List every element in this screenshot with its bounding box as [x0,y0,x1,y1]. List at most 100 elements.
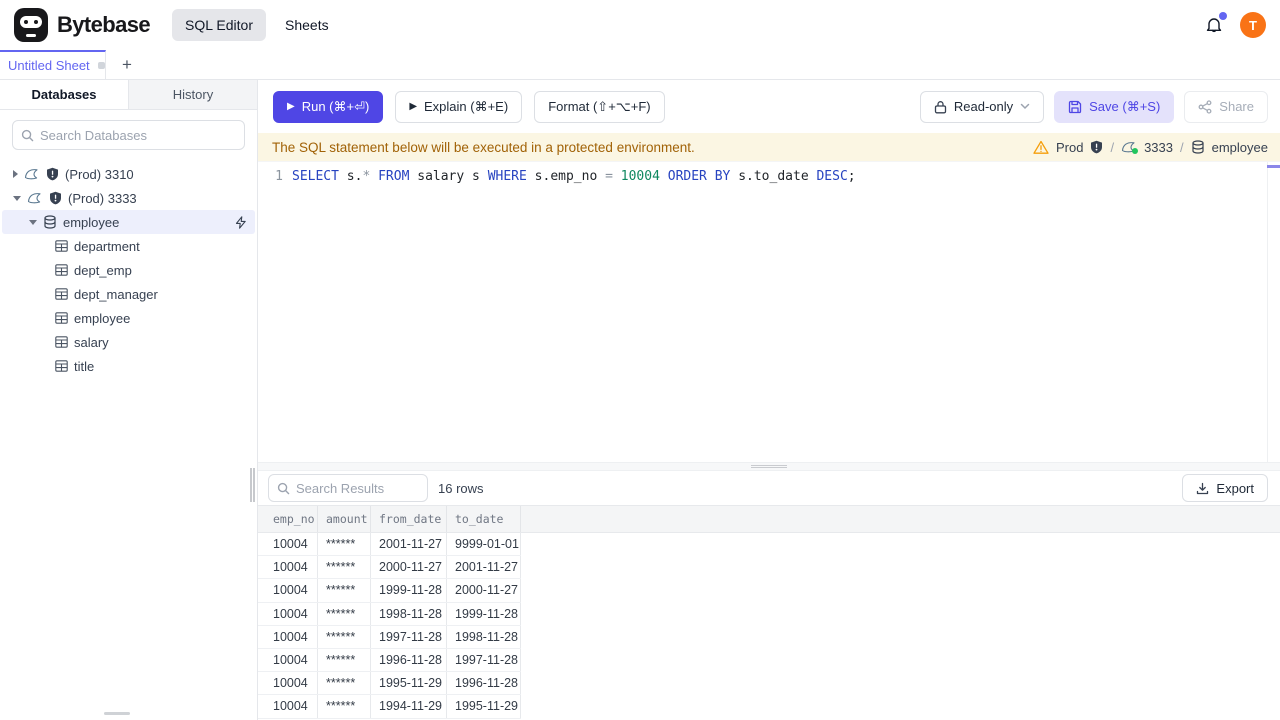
top-bar: Bytebase SQL Editor Sheets T [0,0,1280,50]
column-header[interactable]: from_date [371,506,447,532]
table-row[interactable]: 10004 ****** 2001-11-27 9999-01-01 [258,533,521,557]
instance-prod-3310[interactable]: (Prod) 3310 [0,162,257,186]
top-right: T [1204,12,1266,38]
table-row[interactable]: 10004 ****** 1994-11-29 1995-11-29 [258,695,521,719]
instance-label: (Prod) 3310 [65,166,134,182]
table-item[interactable]: salary [0,330,257,354]
brand[interactable]: Bytebase [14,8,151,42]
table-item[interactable]: dept_manager [0,282,257,306]
environment-label: Prod [1055,139,1084,155]
table-icon [55,336,68,348]
table-item[interactable]: department [0,234,257,258]
database-tree: (Prod) 3310 (Prod) 3333 employee departm… [0,158,257,378]
export-button[interactable]: Export [1182,474,1268,502]
bytebase-sql-editor: Bytebase SQL Editor Sheets T Untitled Sh… [0,0,1280,720]
save-icon [1068,100,1082,113]
protected-environment-banner: The SQL statement below will be executed… [258,133,1280,161]
table-icon [55,240,68,252]
chevron-down-icon [1020,103,1030,110]
line-number: 1 [275,169,283,184]
table-row[interactable]: 10004 ****** 1995-11-29 1996-11-28 [258,672,521,696]
table-label: department [74,238,140,254]
breadcrumb-separator: / [1110,139,1115,155]
table-label: dept_emp [74,262,132,278]
panel-resize-handle[interactable] [258,462,1280,471]
tab-history[interactable]: History [129,80,257,109]
mysql-dolphin-icon [24,167,40,181]
tab-databases[interactable]: Databases [0,80,129,109]
new-sheet-button[interactable]: + [112,50,142,79]
instance-label: 3333 [1144,139,1173,155]
table-icon [55,264,68,276]
table-item[interactable]: employee [0,306,257,330]
database-employee[interactable]: employee [2,210,255,234]
caret-right-icon[interactable] [13,170,18,178]
run-button[interactable]: ▶ Run (⌘+⏎) [273,90,384,123]
sidebar-resize-handle[interactable] [250,468,255,502]
minimap-code-line [1267,165,1280,168]
table-label: employee [74,310,131,326]
editor-toolbar: ▶ Run (⌘+⏎) ▶ Explain (⌘+E) Format (⇧+⌥+… [258,80,1280,133]
lock-icon [934,100,947,113]
mysql-dolphin-icon [1121,140,1139,154]
sql-statement: SELECT s.* FROM salary s WHERE s.emp_no … [292,169,856,184]
lightning-icon[interactable] [235,215,247,229]
brand-name: Bytebase [57,12,151,37]
main-panel: ▶ Run (⌘+⏎) ▶ Explain (⌘+E) Format (⇧+⌥+… [258,80,1280,720]
share-icon [1198,99,1212,114]
shield-icon [47,167,58,181]
database-icon [1192,140,1204,154]
table-row[interactable]: 10004 ****** 1996-11-28 1997-11-28 [258,648,521,673]
column-header[interactable]: amount [318,506,371,532]
warning-icon [1033,140,1049,154]
table-row[interactable]: 10004 ****** 1997-11-28 1998-11-28 [258,625,521,649]
search-results-input[interactable] [296,480,419,496]
nav-sheets[interactable]: Sheets [272,9,342,41]
code-line[interactable]: 1 SELECT s.* FROM salary s WHERE s.emp_n… [258,167,1280,186]
notification-badge [1219,12,1227,20]
table-item[interactable]: title [0,354,257,378]
database-label: employee [63,214,120,230]
banner-message: The SQL statement below will be executed… [272,139,695,155]
sidebar: Databases History Search Databases (Prod… [0,80,258,720]
table-row[interactable]: 10004 ****** 2000-11-27 2001-11-27 [258,556,521,580]
sidebar-horizontal-scrollbar[interactable] [104,712,130,715]
readonly-mode-dropdown[interactable]: Read-only [919,90,1045,123]
column-header[interactable]: emp_no [258,506,318,532]
sidebar-tabs: Databases History [0,80,257,110]
shield-icon [1091,140,1103,154]
database-search [0,110,257,158]
table-icon [55,360,68,372]
caret-down-icon[interactable] [29,219,37,225]
search-icon [277,482,290,494]
connection-breadcrumb: Prod / 3333 / employee [1033,140,1268,155]
table-icon [55,312,68,324]
unsaved-indicator [97,62,105,69]
table-icon [55,288,68,300]
nav-sql-editor[interactable]: SQL Editor [172,9,266,41]
table-label: dept_manager [74,286,158,302]
share-button[interactable]: Share [1184,90,1268,123]
sql-editor[interactable]: 1 SELECT s.* FROM salary s WHERE s.emp_n… [258,161,1280,462]
content: Databases History Search Databases (Prod… [0,80,1280,720]
explain-button[interactable]: ▶ Explain (⌘+E) [395,90,523,123]
table-item[interactable]: dept_emp [0,258,257,282]
table-row[interactable]: 10004 ****** 1998-11-28 1999-11-28 [258,602,521,626]
shield-icon [50,191,61,205]
table-row[interactable]: 10004 ****** 1999-11-28 2000-11-27 [258,579,521,603]
save-button[interactable]: Save (⌘+S) [1054,90,1175,123]
minimap-border [1267,162,1268,462]
search-databases-input[interactable] [40,127,236,143]
tab-untitled-sheet[interactable]: Untitled Sheet [0,50,106,79]
breadcrumb-separator: / [1180,139,1184,155]
results-table: emp_no amount from_date to_date 10004 ***… [258,505,1280,720]
notification-bell-icon[interactable] [1204,12,1227,35]
instance-prod-3333[interactable]: (Prod) 3333 [0,186,257,210]
mysql-dolphin-icon [27,191,43,205]
database-label: employee [1211,139,1268,155]
play-icon: ▶ [409,100,418,112]
caret-down-icon[interactable] [13,195,21,201]
column-header[interactable]: to_date [447,506,521,532]
avatar[interactable]: T [1240,12,1266,38]
format-button[interactable]: Format (⇧+⌥+F) [534,90,665,123]
